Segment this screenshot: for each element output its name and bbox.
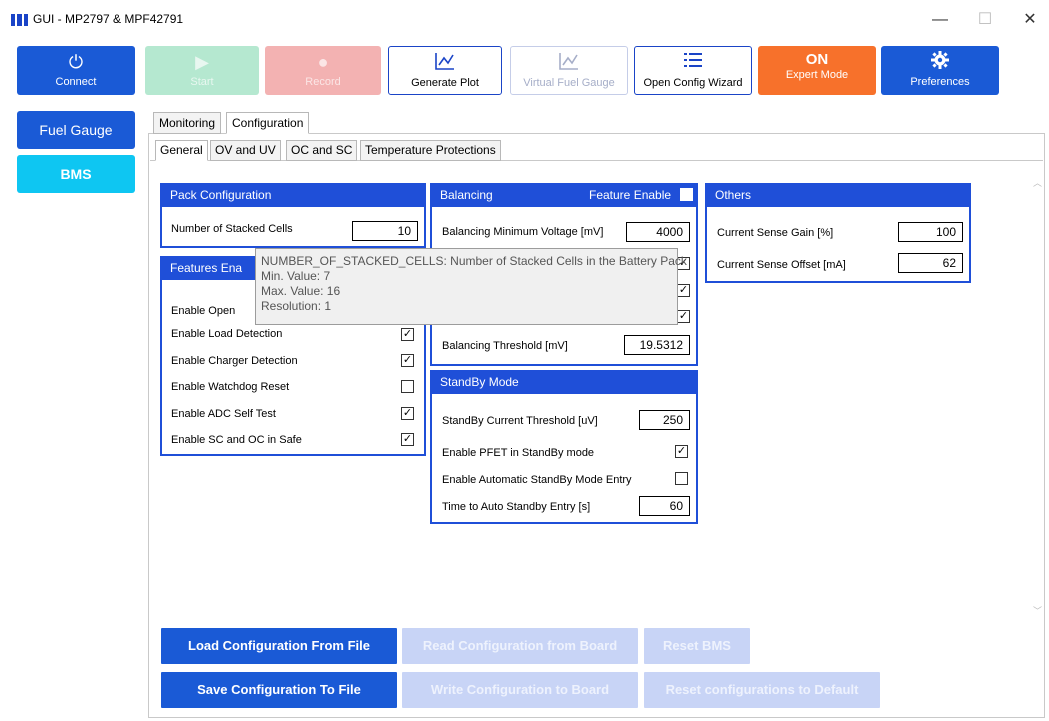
record-icon: ● xyxy=(317,52,329,72)
tooltip-resolution: Resolution: 1 xyxy=(261,299,332,313)
read-configuration-button[interactable]: Read Configuration from Board xyxy=(402,628,638,664)
charger-detection-checkbox[interactable]: ✓ xyxy=(401,354,414,367)
balancing-feature-enable-checkbox[interactable] xyxy=(680,188,693,201)
adc-self-test-label: Enable ADC Self Test xyxy=(171,408,276,420)
balancing-title: Balancing Feature Enable xyxy=(432,185,696,207)
nav-bms[interactable]: BMS xyxy=(17,155,135,193)
pack-configuration-panel: Pack Configuration Number of Stacked Cel… xyxy=(160,183,426,248)
nav-fuel-gauge[interactable]: Fuel Gauge xyxy=(17,111,135,149)
record-button[interactable]: ● Record xyxy=(265,46,381,95)
balancing-min-voltage-label: Balancing Minimum Voltage [mV] xyxy=(442,226,604,238)
pack-configuration-title: Pack Configuration xyxy=(162,185,424,207)
stacked-cells-input[interactable]: 10 xyxy=(352,221,418,241)
standby-mode-title: StandBy Mode xyxy=(432,372,696,394)
auto-standby-entry-checkbox[interactable] xyxy=(675,472,688,485)
start-button[interactable]: ▶ Start xyxy=(145,46,259,95)
time-auto-standby-input[interactable]: 60 xyxy=(639,496,690,516)
standby-current-threshold-input[interactable]: 250 xyxy=(639,410,690,430)
current-sense-offset-input[interactable]: 62 xyxy=(898,253,963,273)
tab-ov-uv[interactable]: OV and UV xyxy=(210,140,281,161)
balancing-threshold-label: Balancing Threshold [mV] xyxy=(442,340,568,352)
others-title: Others xyxy=(707,185,969,207)
balancing-min-voltage-input[interactable]: 4000 xyxy=(626,222,690,242)
standby-mode-panel: StandBy Mode StandBy Current Threshold [… xyxy=(430,370,698,524)
open-config-wizard-button[interactable]: Open Config Wizard xyxy=(634,46,752,95)
feature-enable-label: Feature Enable xyxy=(589,188,672,202)
time-auto-standby-label: Time to Auto Standby Entry [s] xyxy=(442,501,591,513)
tab-general[interactable]: General xyxy=(155,140,208,161)
minimize-button[interactable]: — xyxy=(925,8,955,32)
expert-mode-toggle[interactable]: ON Expert Mode xyxy=(758,46,876,95)
load-configuration-button[interactable]: Load Configuration From File xyxy=(161,628,397,664)
reset-default-button[interactable]: Reset configurations to Default xyxy=(644,672,880,708)
balancing-threshold-input[interactable]: 19.5312 xyxy=(624,335,690,355)
gear-icon xyxy=(881,50,999,74)
balancing-option-checkbox-3[interactable]: ✓ xyxy=(677,310,690,323)
auto-standby-entry-label: Enable Automatic StandBy Mode Entry xyxy=(442,474,632,486)
write-configuration-button[interactable]: Write Configuration to Board xyxy=(402,672,638,708)
current-sense-gain-label: Current Sense Gain [%] xyxy=(717,227,834,239)
standby-current-threshold-label: StandBy Current Threshold [uV] xyxy=(442,415,598,427)
preferences-button[interactable]: Preferences xyxy=(881,46,999,95)
current-sense-gain-input[interactable]: 100 xyxy=(898,222,963,242)
enable-pfet-checkbox[interactable]: ✓ xyxy=(675,445,688,458)
sc-oc-safe-label: Enable SC and OC in Safe xyxy=(171,434,302,446)
watchdog-reset-label: Enable Watchdog Reset xyxy=(171,381,290,393)
enable-pfet-label: Enable PFET in StandBy mode xyxy=(442,447,595,459)
connect-button[interactable]: ⏻ Connect xyxy=(17,46,135,95)
chart-icon xyxy=(511,51,627,75)
close-button[interactable]: ✕ xyxy=(1015,8,1045,32)
expert-mode-state: ON xyxy=(805,51,829,68)
generate-plot-button[interactable]: Generate Plot xyxy=(388,46,502,95)
tab-temperature-protections[interactable]: Temperature Protections xyxy=(360,140,501,161)
charger-detection-label: Enable Charger Detection xyxy=(171,355,298,367)
vertical-scrollbar[interactable]: ︿ ﹀ xyxy=(1030,176,1044,618)
scroll-up-icon[interactable]: ︿ xyxy=(1033,176,1042,189)
stacked-cells-label: Number of Stacked Cells xyxy=(171,223,293,235)
load-detection-label: Enable Load Detection xyxy=(171,328,283,340)
reset-bms-button[interactable]: Reset BMS xyxy=(644,628,750,664)
tooltip-description: NUMBER_OF_STACKED_CELLS: Number of Stack… xyxy=(261,254,687,268)
virtual-fuel-gauge-button[interactable]: Virtual Fuel Gauge xyxy=(510,46,628,95)
tab-monitoring[interactable]: Monitoring xyxy=(153,112,222,134)
tab-configuration[interactable]: Configuration xyxy=(226,112,310,134)
maximize-button[interactable]: ☐ xyxy=(970,8,1000,32)
sc-oc-safe-checkbox[interactable]: ✓ xyxy=(401,433,414,446)
app-logo-icon xyxy=(11,14,28,26)
watchdog-reset-checkbox[interactable] xyxy=(401,380,414,393)
window-title: GUI - MP2797 & MPF42791 xyxy=(33,12,184,26)
save-configuration-button[interactable]: Save Configuration To File xyxy=(161,672,397,708)
tooltip-min-value: Min. Value: 7 xyxy=(261,269,331,283)
list-icon xyxy=(635,51,751,75)
power-icon: ⏻ xyxy=(68,52,84,72)
stacked-cells-tooltip: NUMBER_OF_STACKED_CELLS: Number of Stack… xyxy=(255,248,687,325)
play-icon: ▶ xyxy=(195,52,209,72)
title-bar: GUI - MP2797 & MPF42791 — ☐ ✕ xyxy=(0,0,1049,40)
scroll-down-icon[interactable]: ﹀ xyxy=(1033,604,1042,617)
others-panel: Others Current Sense Gain [%] 100 Curren… xyxy=(705,183,971,283)
current-sense-offset-label: Current Sense Offset [mA] xyxy=(717,259,846,271)
balancing-option-checkbox-2[interactable]: ✓ xyxy=(677,284,690,297)
adc-self-test-checkbox[interactable]: ✓ xyxy=(401,407,414,420)
tooltip-max-value: Max. Value: 16 xyxy=(261,284,341,298)
load-detection-checkbox[interactable]: ✓ xyxy=(401,328,414,341)
tab-oc-sc[interactable]: OC and SC xyxy=(286,140,358,161)
enable-open-label: Enable Open xyxy=(171,305,236,317)
chart-icon xyxy=(389,51,501,75)
